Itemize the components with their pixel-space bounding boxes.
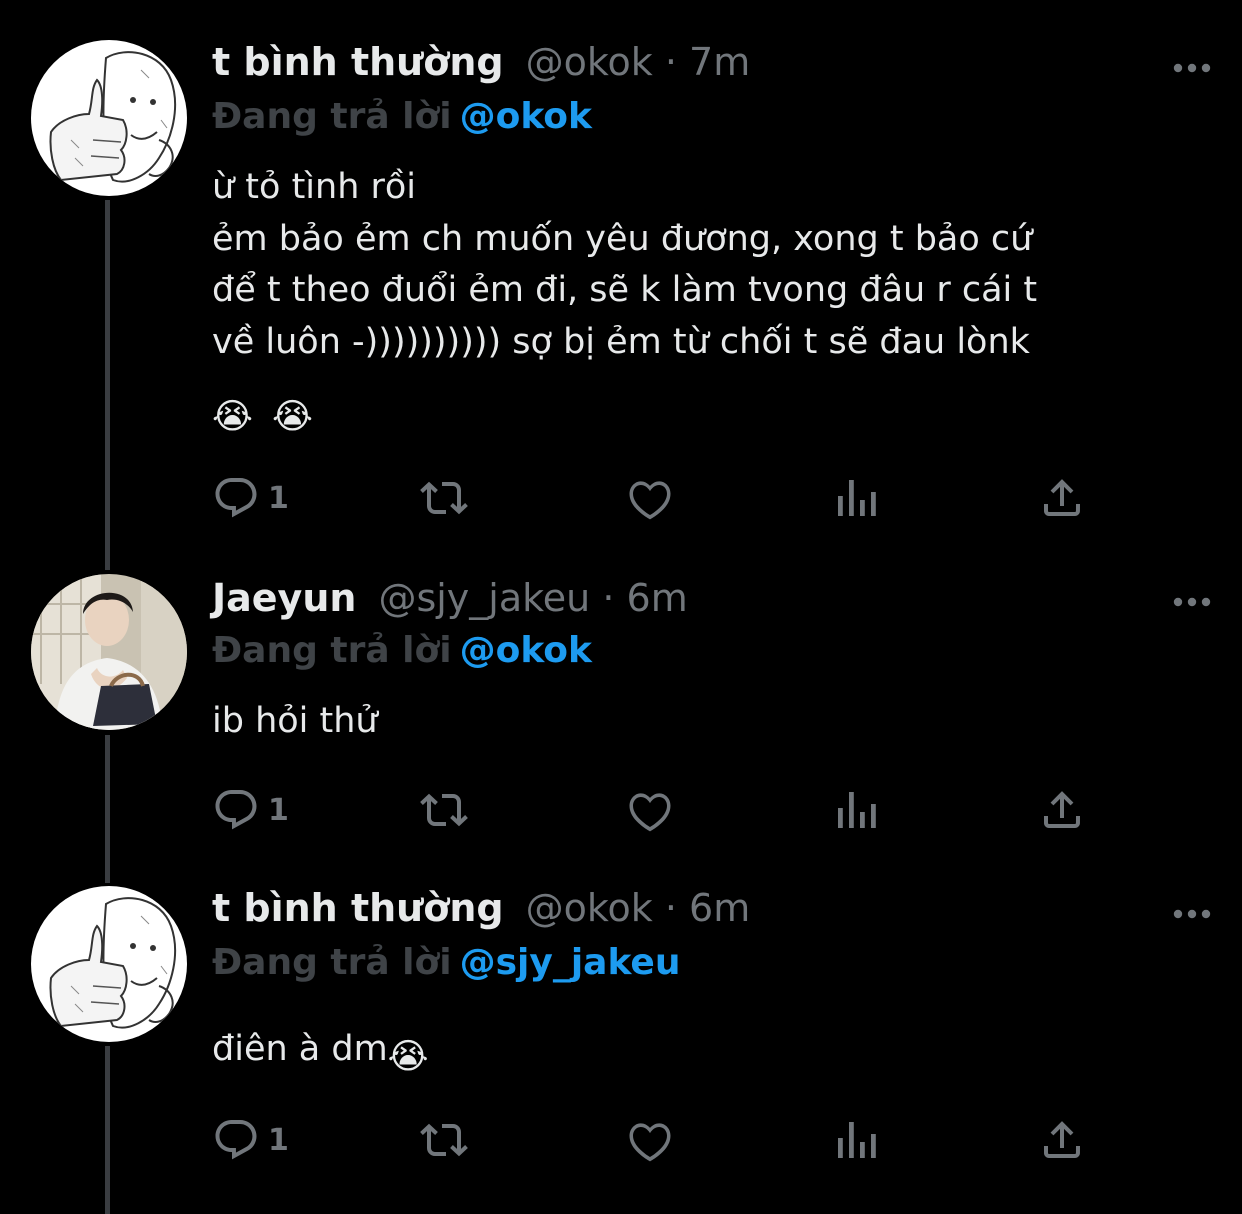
- reply-button[interactable]: 1: [212, 470, 289, 526]
- replying-to: Đang trả lời @okok: [212, 96, 592, 137]
- crying-face-emoji: 😭: [212, 397, 253, 437]
- heart-icon: [629, 1123, 671, 1162]
- timestamp[interactable]: 7m: [689, 40, 750, 84]
- tweet-actions: 1: [212, 782, 1112, 838]
- mention-link[interactable]: @okok: [460, 96, 592, 137]
- reply-count: 1: [268, 792, 289, 828]
- tweet-actions: 1: [212, 1112, 1112, 1168]
- emoji-line: 😭 😭: [212, 384, 1202, 444]
- like-button[interactable]: [626, 470, 674, 526]
- tweet[interactable]: t bình thường @okok · 7m Đang trả lời @ok…: [0, 0, 1242, 560]
- profile-photo-icon: [31, 574, 187, 730]
- display-name[interactable]: t bình thường: [212, 40, 504, 84]
- handle[interactable]: @sjy_jakeu: [378, 576, 590, 620]
- separator: ·: [602, 576, 615, 620]
- tweet-text-content: điên à dm: [212, 1029, 388, 1069]
- more-options-button[interactable]: [1172, 60, 1212, 74]
- timestamp[interactable]: 6m: [627, 576, 688, 620]
- tweet-actions: 1: [212, 470, 1112, 526]
- separator: ·: [664, 886, 677, 930]
- tweet-text-line: ib hỏi thử: [212, 701, 378, 741]
- tweet[interactable]: Jaeyun @sjy_jakeu · 6m Đang trả lời @okok…: [0, 560, 1242, 870]
- handle[interactable]: @okok: [526, 40, 653, 84]
- share-button[interactable]: [1038, 470, 1086, 526]
- replying-to-label: Đang trả lời: [212, 942, 452, 983]
- retweet-button[interactable]: [416, 782, 472, 838]
- avatar[interactable]: [31, 886, 187, 1042]
- tweet[interactable]: t bình thường @okok · 6m Đang trả lời @sj…: [0, 870, 1242, 1214]
- retweet-icon: [420, 793, 468, 827]
- handle-and-time: @okok · 6m: [526, 886, 751, 930]
- crying-face-emoji: 😭: [387, 1037, 429, 1077]
- replying-to-label: Đang trả lời: [212, 96, 452, 137]
- retweet-icon: [420, 481, 468, 515]
- crying-face-emoji: 😭: [272, 397, 313, 437]
- reply-icon: [215, 1120, 257, 1160]
- analytics-icon: [838, 1122, 876, 1158]
- tweet-text-line: ừ tỏ tình rồi: [212, 167, 417, 207]
- reply-count: 1: [268, 480, 289, 516]
- heart-icon: [629, 481, 671, 520]
- tweet-header: t bình thường @okok · 7m: [212, 40, 750, 96]
- mention-link[interactable]: @sjy_jakeu: [460, 942, 681, 983]
- timestamp[interactable]: 6m: [689, 886, 750, 930]
- retweet-button[interactable]: [416, 1112, 472, 1168]
- more-icon: [1173, 597, 1211, 607]
- tweet-header: t bình thường @okok · 6m: [212, 886, 750, 942]
- thumbs-up-drawing-icon: [31, 40, 187, 196]
- tweet-text: điên à dm😭: [212, 1024, 1202, 1084]
- like-button[interactable]: [626, 1112, 674, 1168]
- reply-button[interactable]: 1: [212, 782, 289, 838]
- share-icon: [1044, 1121, 1080, 1158]
- avatar[interactable]: [31, 40, 187, 196]
- share-button[interactable]: [1038, 1112, 1086, 1168]
- reply-icon: [215, 478, 257, 518]
- reply-icon: [215, 790, 257, 830]
- more-icon: [1173, 909, 1211, 919]
- analytics-icon: [838, 792, 876, 828]
- separator: ·: [664, 40, 677, 84]
- replying-to-label: Đang trả lời: [212, 630, 452, 671]
- views-button[interactable]: [834, 470, 878, 526]
- more-options-button[interactable]: [1172, 594, 1212, 608]
- like-button[interactable]: [626, 782, 674, 838]
- tweet-text-line: để t theo đuổi ẻm đi, sẽ k làm tvong đâu…: [212, 270, 1038, 310]
- tweet-header: Jaeyun @sjy_jakeu · 6m: [212, 576, 688, 632]
- share-icon: [1044, 791, 1080, 828]
- handle-and-time: @sjy_jakeu · 6m: [378, 576, 687, 620]
- heart-icon: [629, 793, 671, 832]
- avatar[interactable]: [31, 574, 187, 730]
- handle[interactable]: @okok: [526, 886, 653, 930]
- reply-count: 1: [268, 1122, 289, 1158]
- reply-button[interactable]: 1: [212, 1112, 289, 1168]
- conversation-thread: t bình thường @okok · 7m Đang trả lời @ok…: [0, 0, 1242, 1214]
- tweet-text-line: về luôn -)))))))))) sợ bị ẻm từ chối t s…: [212, 321, 1030, 362]
- share-button[interactable]: [1038, 782, 1086, 838]
- views-button[interactable]: [834, 1112, 878, 1168]
- retweet-button[interactable]: [416, 470, 472, 526]
- mention-link[interactable]: @okok: [460, 630, 592, 671]
- analytics-icon: [838, 480, 876, 516]
- tweet-text-line: điên à dm😭: [212, 1024, 1202, 1084]
- tweet-text-line: ẻm bảo ẻm ch muốn yêu đương, xong t bảo …: [212, 218, 1033, 259]
- more-icon: [1173, 63, 1211, 73]
- share-icon: [1044, 479, 1080, 516]
- tweet-text: ib hỏi thử: [212, 696, 1202, 748]
- tweet-text: ừ tỏ tình rồi ẻm bảo ẻm ch muốn yêu đươn…: [212, 162, 1202, 444]
- retweet-icon: [420, 1123, 468, 1157]
- more-options-button[interactable]: [1172, 906, 1212, 920]
- handle-and-time: @okok · 7m: [526, 40, 751, 84]
- thumbs-up-drawing-icon: [31, 886, 187, 1042]
- replying-to: Đang trả lời @okok: [212, 630, 592, 671]
- views-button[interactable]: [834, 782, 878, 838]
- display-name[interactable]: Jaeyun: [212, 576, 356, 620]
- display-name[interactable]: t bình thường: [212, 886, 504, 930]
- replying-to: Đang trả lời @sjy_jakeu: [212, 942, 680, 983]
